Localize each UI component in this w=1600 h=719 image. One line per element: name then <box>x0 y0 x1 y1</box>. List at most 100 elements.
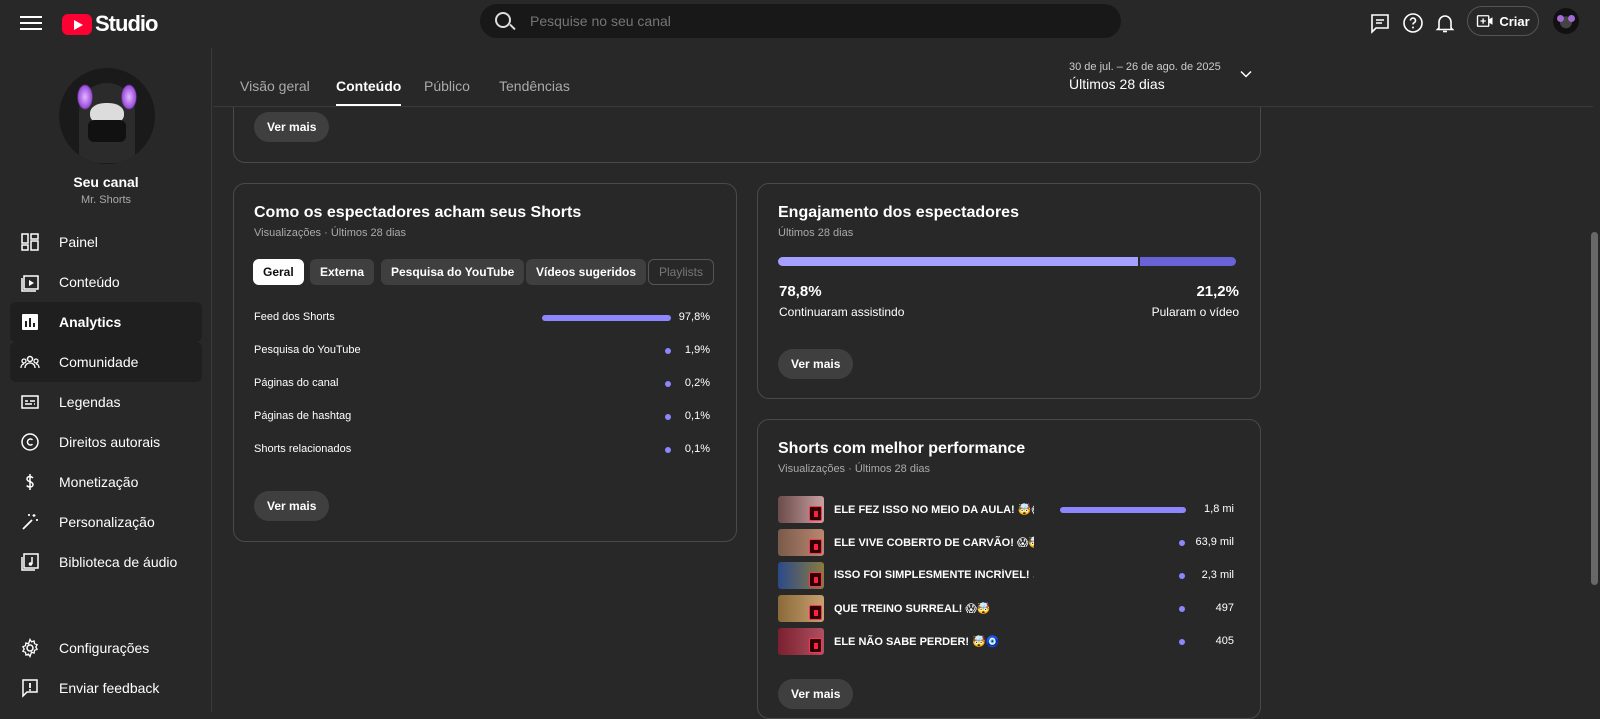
sidebar-item-enviar-feedback[interactable]: Enviar feedback <box>10 668 202 708</box>
copyright-icon <box>20 432 40 452</box>
avatar-mask <box>88 120 126 142</box>
see-more-button[interactable]: Ver mais <box>778 679 854 709</box>
row-value: 0,1% <box>684 410 710 422</box>
shorts-icon <box>809 605 822 620</box>
short-title: ELE FEZ ISSO NO MEIO DA AULA! 🤯😱 <box>834 504 1034 516</box>
chip-videos-sugeridos[interactable]: Vídeos sugeridos <box>526 259 647 285</box>
search-bar[interactable] <box>480 4 1121 38</box>
subtitles-icon <box>20 392 40 412</box>
share-dot <box>665 348 671 354</box>
views-dot <box>1179 573 1185 579</box>
short-title: ELE VIVE COBERTO DE CARVÃO! 😱🤯 <box>834 537 1034 549</box>
analytics-tabs-bar: Visão geral Conteúdo Público Tendências … <box>213 48 1593 107</box>
channel-handle: Mr. Shorts <box>80 194 132 206</box>
short-title: ELE NÃO SABE PERDER! 🤯🧿 <box>834 636 1000 648</box>
swiped-away-label: Pularam o vídeo <box>1151 305 1239 319</box>
sidebar-item-biblioteca-de-audio[interactable]: Biblioteca de áudio <box>10 542 202 582</box>
sidebar-item-direitos-autorais[interactable]: Direitos autorais <box>10 422 202 462</box>
tab-tendencias[interactable]: Tendências <box>499 78 570 94</box>
youtube-logo-icon <box>62 13 92 35</box>
account-avatar[interactable] <box>1553 8 1579 34</box>
short-thumbnail <box>778 628 824 655</box>
sidebar-item-configuracoes[interactable]: Configurações <box>10 628 202 668</box>
chip-pesquisa-youtube[interactable]: Pesquisa do YouTube <box>381 259 525 285</box>
top-bar: Studio Criar <box>0 0 1600 48</box>
content-icon <box>20 272 40 292</box>
row-value: 0,2% <box>684 377 710 389</box>
row-label: Pesquisa do YouTube <box>254 344 361 356</box>
share-dot <box>665 447 671 453</box>
sidebar-nav: Painel Conteúdo Analytics Comunidade Leg… <box>10 222 202 582</box>
short-views: 1,8 mi <box>1204 503 1234 515</box>
short-views: 497 <box>1215 602 1234 614</box>
card-subtitle: Visualizações · Últimos 28 dias <box>254 227 407 239</box>
sidebar-item-label: Comunidade <box>59 354 139 370</box>
page-scrollbar[interactable] <box>1591 232 1598 585</box>
see-more-button[interactable]: Ver mais <box>254 112 330 142</box>
channel-title: Seu canal <box>73 174 139 190</box>
audio-library-icon <box>20 552 40 572</box>
chip-externa[interactable]: Externa <box>310 259 375 285</box>
row-value: 1,9% <box>684 344 710 356</box>
short-thumbnail <box>778 562 824 589</box>
dashboard-icon <box>20 232 40 252</box>
magic-wand-icon <box>20 512 40 532</box>
card-subtitle: Visualizações · Últimos 28 dias <box>778 463 931 475</box>
tab-visao-geral[interactable]: Visão geral <box>240 78 310 94</box>
search-icon[interactable] <box>490 4 530 38</box>
continued-watching-value: 78,8% <box>779 283 822 300</box>
chip-geral[interactable]: Geral <box>253 259 304 285</box>
card-title: Engajamento dos espectadores <box>778 204 1019 221</box>
share-dot <box>665 381 671 387</box>
date-range-label: Últimos 28 dias <box>1069 76 1165 92</box>
tab-conteudo[interactable]: Conteúdo <box>336 78 402 106</box>
bell-icon[interactable] <box>1433 11 1457 35</box>
sidebar-item-label: Painel <box>59 234 98 250</box>
short-thumbnail <box>778 529 824 556</box>
sidebar-bottom-nav: Configurações Enviar feedback <box>10 628 202 708</box>
chevron-down-icon[interactable] <box>1240 68 1252 80</box>
date-range-dates: 30 de jul. – 26 de ago. de 2025 <box>1069 61 1221 73</box>
chip-playlists[interactable]: Playlists <box>648 259 715 285</box>
search-input[interactable] <box>530 13 1090 29</box>
row-label: Feed dos Shorts <box>254 311 335 323</box>
logo-text: Studio <box>95 11 158 36</box>
row-label: Shorts relacionados <box>254 443 352 455</box>
top-shorts-card: Shorts com melhor performance Visualizaç… <box>757 419 1261 719</box>
avatar-flame-right <box>121 84 137 110</box>
sidebar-item-analytics[interactable]: Analytics <box>10 302 202 342</box>
engagement-card: Engajamento dos espectadores Últimos 28 … <box>757 183 1261 399</box>
channel-avatar[interactable] <box>59 68 155 164</box>
swiped-away-value: 21,2% <box>1196 283 1239 300</box>
create-label: Criar <box>1499 13 1530 29</box>
sidebar-item-personalizacao[interactable]: Personalização <box>10 502 202 542</box>
continued-watching-label: Continuaram assistindo <box>779 305 905 319</box>
sidebar-item-label: Analytics <box>59 314 122 330</box>
tab-publico[interactable]: Público <box>424 78 470 94</box>
sidebar-item-legendas[interactable]: Legendas <box>10 382 202 422</box>
sidebar-item-conteudo[interactable]: Conteúdo <box>10 262 202 302</box>
comment-icon[interactable] <box>1368 11 1392 35</box>
sidebar-item-monetizacao[interactable]: Monetização <box>10 462 202 502</box>
short-views: 405 <box>1215 635 1234 647</box>
row-label: Páginas do canal <box>254 377 339 389</box>
help-icon[interactable] <box>1401 11 1425 35</box>
sidebar-item-label: Monetização <box>59 474 139 490</box>
swiped-away-bar <box>1140 257 1236 266</box>
gear-icon <box>20 638 40 658</box>
menu-icon[interactable] <box>20 13 42 35</box>
sidebar-item-painel[interactable]: Painel <box>10 222 202 262</box>
date-range-picker[interactable]: 30 de jul. – 26 de ago. de 2025 Últimos … <box>1069 61 1221 92</box>
sidebar-item-comunidade[interactable]: Comunidade <box>10 342 202 382</box>
share-bar <box>542 315 671 321</box>
see-more-button[interactable]: Ver mais <box>254 491 330 521</box>
short-title: QUE TREINO SURREAL! 😱🤯 <box>834 603 991 615</box>
studio-logo[interactable]: Studio <box>62 9 158 39</box>
see-more-button[interactable]: Ver mais <box>778 349 854 379</box>
shorts-icon <box>809 638 822 653</box>
row-value: 97,8% <box>678 311 710 323</box>
sidebar-item-label: Conteúdo <box>59 274 120 290</box>
create-button[interactable]: Criar <box>1467 6 1539 36</box>
sidebar-item-label: Personalização <box>59 514 155 530</box>
sidebar: Seu canal Mr. Shorts Painel Conteúdo Ana… <box>0 48 212 712</box>
